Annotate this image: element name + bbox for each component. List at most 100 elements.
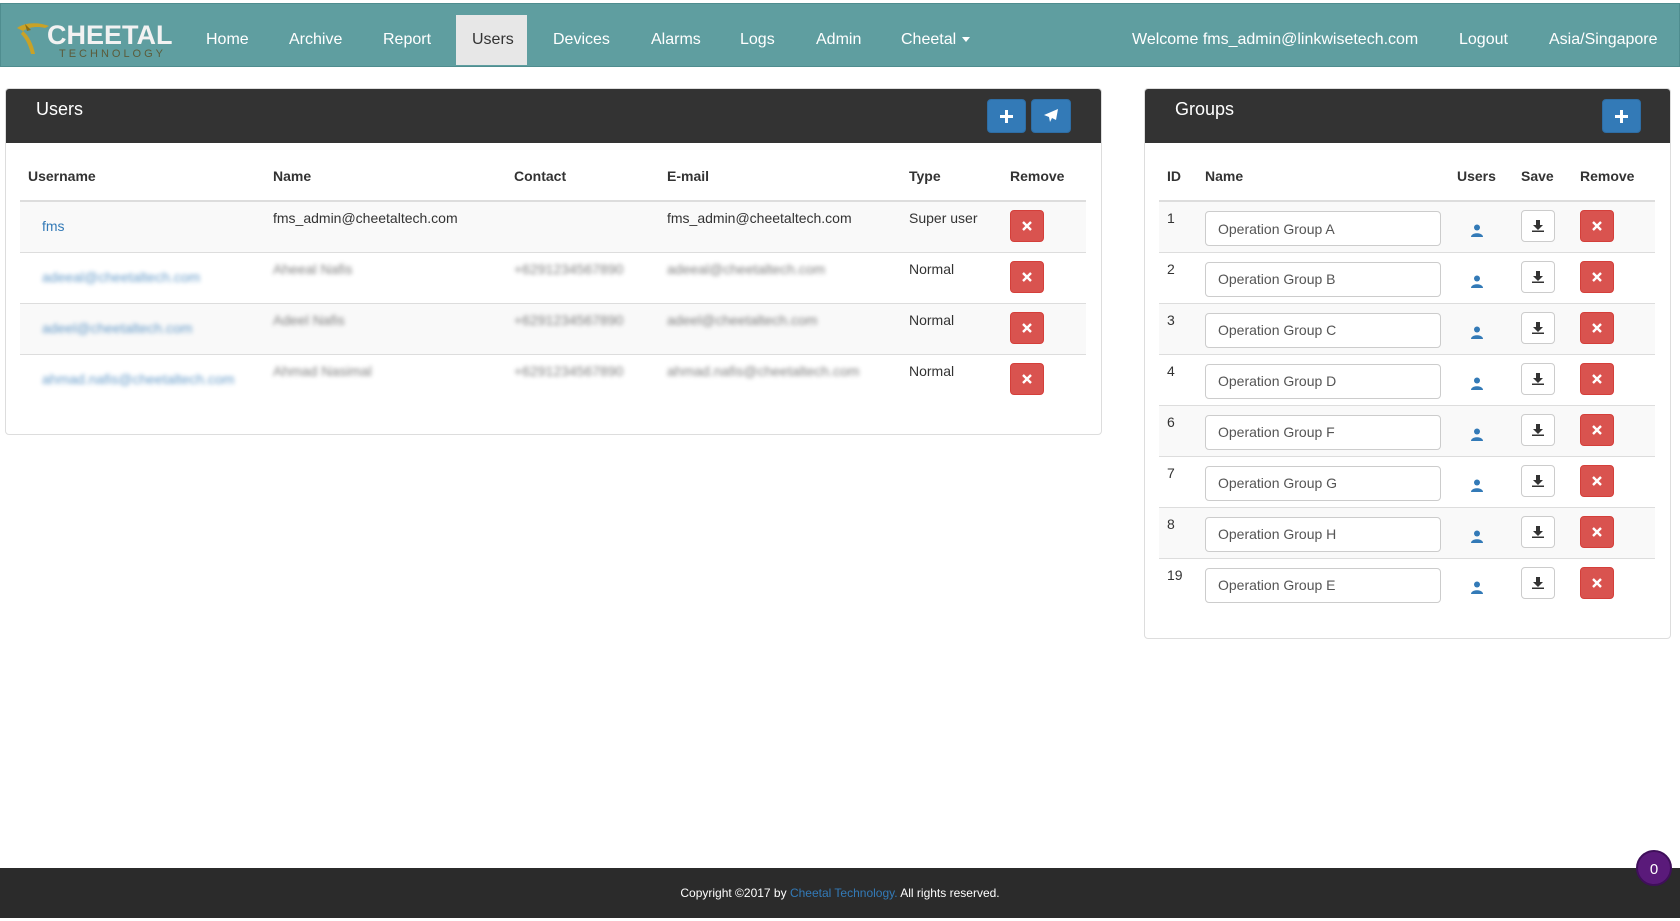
user-name: fms_admin@cheetaltech.com	[265, 200, 506, 252]
table-row: 2	[1159, 251, 1655, 303]
user-email: adeeal@cheetaltech.com	[667, 260, 826, 277]
user-type: Normal	[901, 302, 1002, 354]
user-icon[interactable]	[1471, 326, 1483, 342]
notification-badge[interactable]: 0	[1636, 850, 1672, 886]
download-icon	[1532, 525, 1544, 538]
nav-home[interactable]: Home	[190, 15, 265, 65]
group-name-input[interactable]	[1205, 312, 1441, 348]
save-group-button[interactable]	[1521, 260, 1555, 293]
caret-down-icon	[962, 37, 971, 43]
logout-link[interactable]: Logout	[1443, 15, 1524, 65]
col-username: Username	[20, 151, 265, 202]
remove-group-button[interactable]	[1580, 311, 1614, 344]
col-remove: Remove	[1002, 151, 1086, 202]
col-group-name: Name	[1197, 151, 1449, 202]
remove-group-button[interactable]	[1580, 210, 1614, 242]
user-contact	[506, 200, 659, 252]
user-icon[interactable]	[1471, 275, 1483, 291]
group-name-input[interactable]	[1205, 567, 1441, 603]
close-icon	[1592, 577, 1602, 588]
nav-report[interactable]: Report	[367, 15, 447, 65]
download-icon	[1532, 372, 1544, 385]
username-link[interactable]: adeeal@cheetaltech.com	[42, 269, 200, 285]
close-icon	[1592, 424, 1602, 435]
user-email: ahmad.nafis@cheetaltech.com	[667, 362, 860, 379]
remove-user-button[interactable]	[1010, 362, 1044, 395]
nav-admin[interactable]: Admin	[800, 15, 877, 65]
table-row: 1	[1159, 200, 1655, 252]
group-name-input[interactable]	[1205, 261, 1441, 297]
user-icon[interactable]	[1471, 581, 1483, 597]
brand-logo[interactable]: CHEETAL TECHNOLOGY	[15, 20, 173, 60]
user-type: Normal	[901, 251, 1002, 303]
download-icon	[1532, 576, 1544, 589]
username-link[interactable]: fms	[42, 218, 65, 234]
nav-devices[interactable]: Devices	[537, 15, 626, 65]
timezone-link[interactable]: Asia/Singapore	[1533, 15, 1674, 65]
group-name-input[interactable]	[1205, 465, 1441, 501]
col-group-remove: Remove	[1572, 151, 1655, 202]
nav-logs[interactable]: Logs	[724, 15, 791, 65]
group-name-input[interactable]	[1205, 516, 1441, 552]
remove-user-button[interactable]	[1010, 311, 1044, 344]
remove-group-button[interactable]	[1580, 413, 1614, 446]
nav-alarms[interactable]: Alarms	[635, 15, 717, 65]
remove-group-button[interactable]	[1580, 515, 1614, 548]
nav-users[interactable]: Users	[456, 15, 527, 65]
table-row: adeeal@cheetaltech.com Aheeal Nafis +629…	[20, 251, 1086, 303]
group-name-input[interactable]	[1205, 363, 1441, 399]
user-type: Super user	[901, 200, 1002, 252]
save-group-button[interactable]	[1521, 464, 1555, 497]
col-id: ID	[1159, 151, 1197, 202]
save-group-button[interactable]	[1521, 311, 1555, 344]
group-id: 1	[1159, 200, 1197, 252]
remove-group-button[interactable]	[1580, 362, 1614, 395]
close-icon	[1022, 221, 1032, 231]
user-icon[interactable]	[1471, 377, 1483, 393]
remove-user-button[interactable]	[1010, 260, 1044, 293]
paper-plane-icon	[1044, 109, 1058, 122]
add-group-button[interactable]	[1602, 99, 1641, 133]
user-icon[interactable]	[1471, 479, 1483, 495]
close-icon	[1022, 322, 1032, 333]
logo-sub-text: TECHNOLOGY	[59, 48, 167, 60]
footer-brand-link[interactable]: Cheetal Technology.	[790, 886, 898, 900]
nav-cheetal-dropdown[interactable]: Cheetal	[885, 15, 986, 65]
close-icon	[1022, 271, 1032, 282]
group-name-input[interactable]	[1205, 211, 1441, 246]
groups-table: ID Name Users Save Remove 123467819	[1159, 151, 1655, 609]
download-icon	[1532, 321, 1544, 334]
remove-group-button[interactable]	[1580, 464, 1614, 497]
remove-user-button[interactable]	[1010, 210, 1044, 242]
user-icon[interactable]	[1471, 530, 1483, 546]
remove-group-button[interactable]	[1580, 566, 1614, 599]
user-name: Aheeal Nafis	[273, 260, 353, 277]
download-icon	[1532, 423, 1544, 436]
table-row: 3	[1159, 302, 1655, 354]
user-icon[interactable]	[1471, 428, 1483, 444]
user-name: Ahmad Nasimal	[273, 362, 372, 379]
username-link[interactable]: ahmad.nafis@cheetaltech.com	[42, 371, 234, 387]
remove-group-button[interactable]	[1580, 260, 1614, 293]
group-name-input[interactable]	[1205, 414, 1441, 450]
save-group-button[interactable]	[1521, 362, 1555, 395]
username-link[interactable]: adeel@cheetaltech.com	[42, 320, 192, 336]
footer-copyright: Copyright ©2017 by	[680, 886, 790, 900]
download-icon	[1532, 220, 1544, 232]
user-type: Normal	[901, 353, 1002, 405]
nav-archive[interactable]: Archive	[273, 15, 358, 65]
save-group-button[interactable]	[1521, 566, 1555, 599]
users-panel-heading: Users	[6, 89, 1101, 143]
save-group-button[interactable]	[1521, 413, 1555, 446]
add-user-button[interactable]	[987, 99, 1026, 133]
col-type: Type	[901, 151, 1002, 202]
send-invite-button[interactable]	[1031, 99, 1071, 133]
download-icon	[1532, 270, 1544, 283]
col-name: Name	[265, 151, 506, 202]
group-id: 8	[1159, 506, 1197, 558]
save-group-button[interactable]	[1521, 515, 1555, 548]
welcome-text: Welcome fms_admin@linkwisetech.com	[1132, 31, 1419, 48]
table-row: 6	[1159, 404, 1655, 456]
save-group-button[interactable]	[1521, 210, 1555, 242]
user-icon[interactable]	[1471, 224, 1483, 240]
